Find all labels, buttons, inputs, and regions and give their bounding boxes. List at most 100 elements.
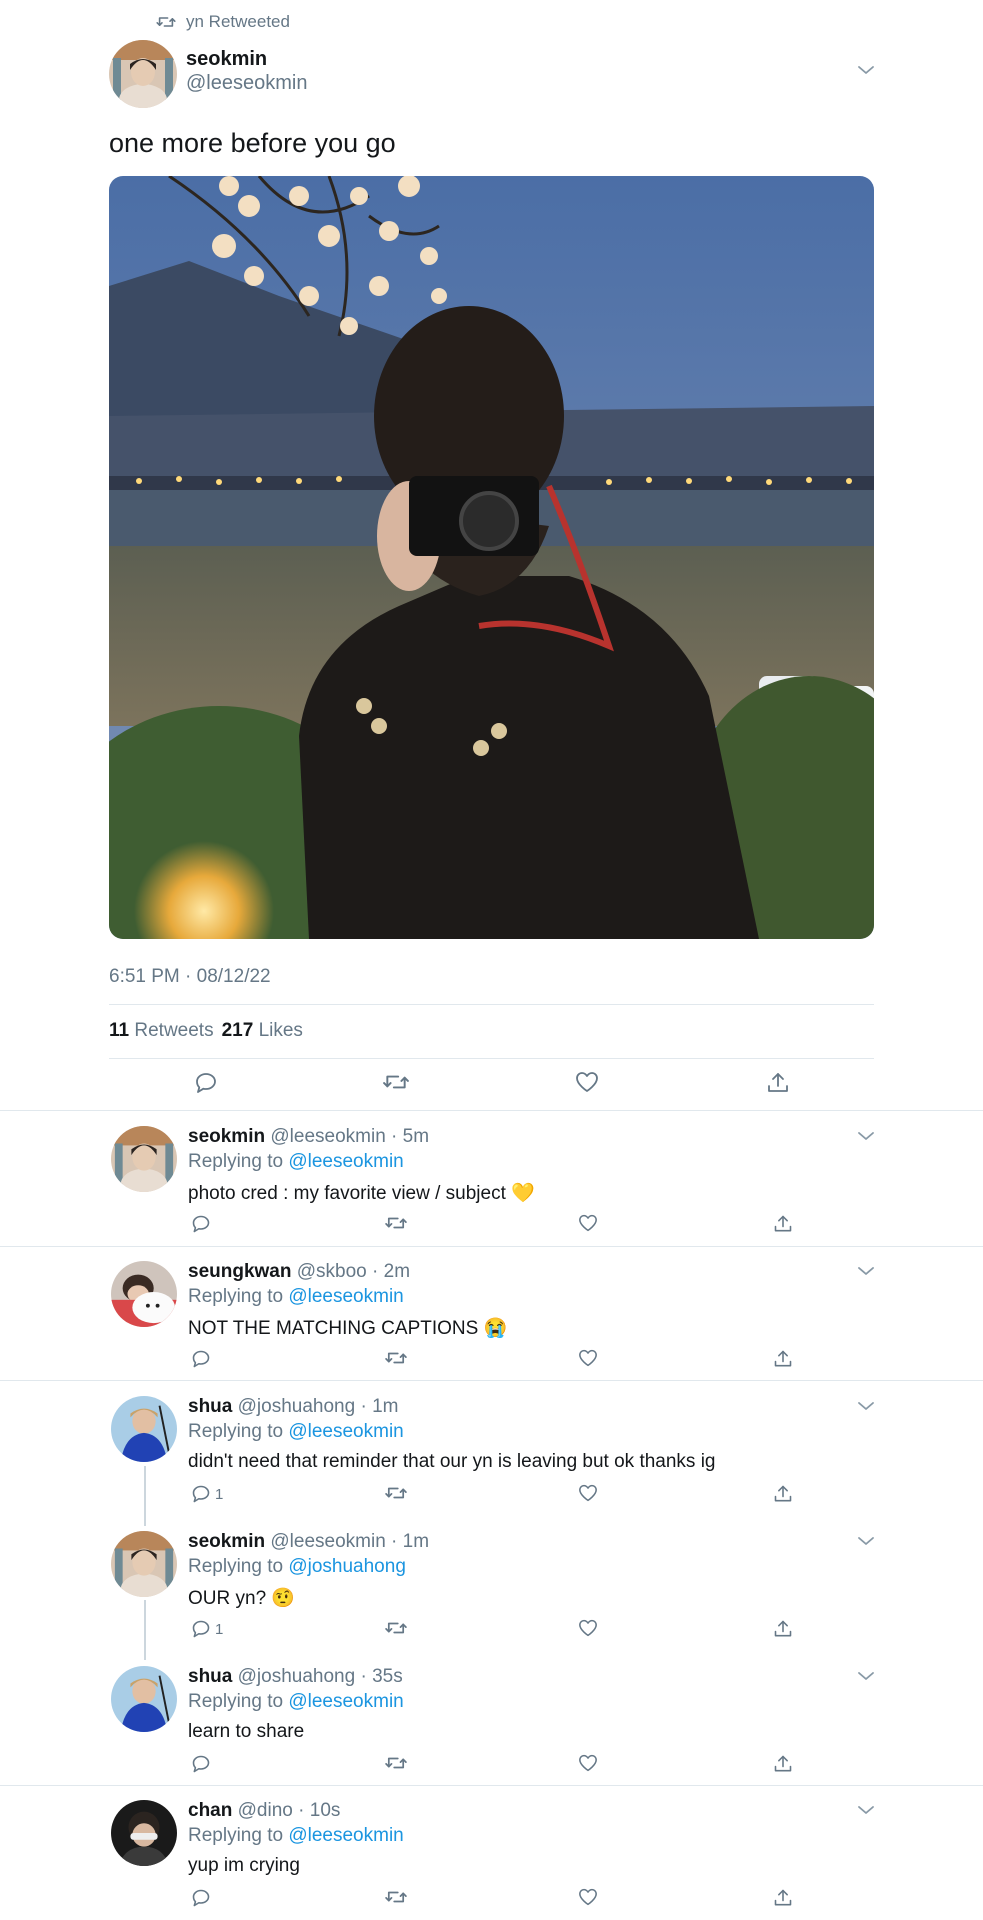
- chevron-down-icon[interactable]: [856, 64, 876, 76]
- retweet-icon: [385, 1754, 407, 1772]
- reply-time[interactable]: 10s: [310, 1800, 341, 1821]
- share-button[interactable]: [773, 1888, 793, 1908]
- display-name[interactable]: seungkwan: [188, 1261, 291, 1282]
- share-button[interactable]: [766, 1071, 790, 1095]
- user-handle[interactable]: @leeseokmin: [270, 1126, 385, 1147]
- reply-button[interactable]: [194, 1071, 218, 1095]
- user-handle[interactable]: @joshuahong: [238, 1396, 356, 1417]
- display-name[interactable]: seokmin: [188, 1531, 265, 1552]
- like-button[interactable]: [578, 1888, 598, 1906]
- avatar[interactable]: [111, 1396, 177, 1462]
- reply-tweet[interactable]: shua @joshuahong · 35s Replying to @lees…: [0, 1666, 983, 1786]
- chevron-down-icon[interactable]: [856, 1130, 876, 1142]
- reply-time[interactable]: 5m: [403, 1126, 429, 1147]
- share-button[interactable]: [773, 1754, 793, 1774]
- reply-button[interactable]: 1: [191, 1619, 223, 1639]
- display-name[interactable]: shua: [188, 1666, 232, 1687]
- retweet-button[interactable]: [385, 1619, 407, 1637]
- retweet-context: yn Retweeted: [156, 12, 290, 32]
- like-button[interactable]: [578, 1214, 598, 1232]
- like-button[interactable]: [578, 1349, 598, 1367]
- tweet-photo[interactable]: [109, 176, 874, 939]
- user-handle[interactable]: @leeseokmin: [270, 1531, 385, 1552]
- display-name[interactable]: shua: [188, 1396, 232, 1417]
- replying-to-link[interactable]: @leeseokmin: [288, 1691, 403, 1712]
- replying-to-link[interactable]: @leeseokmin: [288, 1151, 403, 1172]
- replying-prefix: Replying to: [188, 1286, 284, 1307]
- replying-to-link[interactable]: @leeseokmin: [288, 1825, 403, 1846]
- retweet-button[interactable]: [385, 1484, 407, 1502]
- display-name[interactable]: seokmin: [188, 1126, 265, 1147]
- chevron-down-icon[interactable]: [856, 1670, 876, 1682]
- divider: [0, 1110, 983, 1111]
- like-button[interactable]: [578, 1484, 598, 1502]
- reply-button[interactable]: [191, 1214, 215, 1234]
- reply-text: OUR yn? 🤨: [188, 1588, 296, 1609]
- replying-prefix: Replying to: [188, 1421, 284, 1442]
- user-handle[interactable]: @skboo: [297, 1261, 367, 1282]
- reply-text: learn to share: [188, 1721, 305, 1742]
- share-button[interactable]: [773, 1349, 793, 1369]
- divider: [109, 1004, 874, 1005]
- avatar[interactable]: [111, 1126, 177, 1192]
- reply-tweet[interactable]: seokmin @leeseokmin · 5m Replying to @le…: [0, 1126, 983, 1246]
- reply-header: seungkwan @skboo · 2m: [188, 1261, 410, 1283]
- retweet-button[interactable]: [385, 1888, 407, 1906]
- divider: [0, 1785, 983, 1786]
- reply-time[interactable]: 35s: [372, 1666, 403, 1687]
- reply-icon: [191, 1349, 211, 1369]
- like-button[interactable]: [578, 1754, 598, 1772]
- user-handle[interactable]: @joshuahong: [238, 1666, 356, 1687]
- replying-to: Replying to @leeseokmin: [188, 1286, 404, 1308]
- retweet-button[interactable]: [385, 1754, 407, 1772]
- reply-button[interactable]: 1: [191, 1484, 223, 1504]
- tweet-timestamp[interactable]: 6:51 PM · 08/12/22: [109, 966, 271, 988]
- chevron-down-icon[interactable]: [856, 1265, 876, 1277]
- retweet-button[interactable]: [385, 1349, 407, 1367]
- avatar[interactable]: [111, 1261, 177, 1327]
- reply-tweet[interactable]: seungkwan @skboo · 2m Replying to @leese…: [0, 1261, 983, 1381]
- avatar[interactable]: [111, 1531, 177, 1597]
- reply-count: 1: [215, 1485, 224, 1503]
- reply-tweet[interactable]: shua @joshuahong · 1m Replying to @leese…: [0, 1396, 983, 1516]
- replying-to-link[interactable]: @joshuahong: [288, 1556, 406, 1577]
- chevron-down-icon[interactable]: [856, 1400, 876, 1412]
- avatar[interactable]: [109, 40, 177, 108]
- reply-action-bar: [0, 1888, 983, 1918]
- reply-button[interactable]: [191, 1888, 215, 1908]
- reply-tweet[interactable]: chan @dino · 10s Replying to @leeseokmin…: [0, 1800, 983, 1920]
- divider: [0, 1246, 983, 1247]
- reply-header: chan @dino · 10s: [188, 1800, 340, 1822]
- replying-to-link[interactable]: @leeseokmin: [288, 1286, 403, 1307]
- replying-prefix: Replying to: [188, 1556, 284, 1577]
- reply-button[interactable]: [191, 1754, 215, 1774]
- reply-icon: [191, 1754, 211, 1774]
- avatar[interactable]: [111, 1800, 177, 1866]
- reply-time[interactable]: 2m: [384, 1261, 410, 1282]
- share-button[interactable]: [773, 1214, 793, 1234]
- display-name[interactable]: chan: [188, 1800, 232, 1821]
- reply-header: shua @joshuahong · 35s: [188, 1666, 403, 1688]
- like-button[interactable]: [575, 1071, 599, 1093]
- retweet-button[interactable]: [383, 1071, 409, 1093]
- replying-to-link[interactable]: @leeseokmin: [288, 1421, 403, 1442]
- retweets-stat[interactable]: 11 Retweets: [109, 1020, 214, 1042]
- retweet-button[interactable]: [385, 1214, 407, 1232]
- avatar[interactable]: [111, 1666, 177, 1732]
- share-button[interactable]: [773, 1484, 793, 1504]
- user-handle[interactable]: @leeseokmin: [186, 72, 307, 95]
- replying-to: Replying to @leeseokmin: [188, 1151, 404, 1173]
- share-button[interactable]: [773, 1619, 793, 1639]
- reply-tweet[interactable]: seokmin @leeseokmin · 1m Replying to @jo…: [0, 1531, 983, 1651]
- user-handle[interactable]: @dino: [238, 1800, 293, 1821]
- chevron-down-icon[interactable]: [856, 1804, 876, 1816]
- retweet-icon: [383, 1071, 409, 1093]
- reply-time[interactable]: 1m: [403, 1531, 429, 1552]
- chevron-down-icon[interactable]: [856, 1535, 876, 1547]
- likes-stat[interactable]: 217 Likes: [222, 1020, 303, 1042]
- reply-time[interactable]: 1m: [372, 1396, 398, 1417]
- display-name[interactable]: seokmin: [186, 48, 267, 71]
- heart-icon: [575, 1071, 599, 1093]
- reply-button[interactable]: [191, 1349, 215, 1369]
- like-button[interactable]: [578, 1619, 598, 1637]
